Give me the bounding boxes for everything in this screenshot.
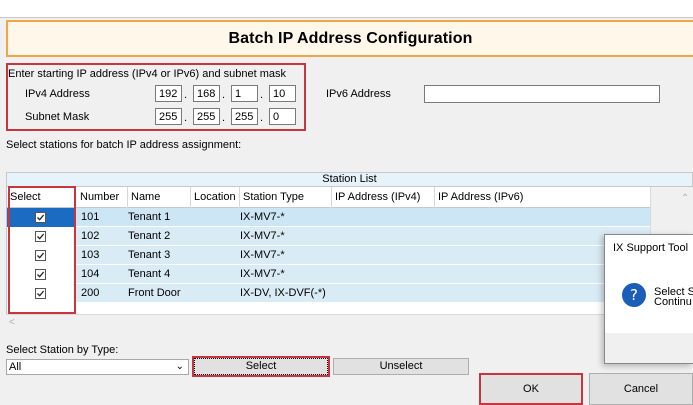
row-station-type: IX-MV7-* [240, 211, 285, 223]
row-name: Tenant 4 [128, 268, 171, 280]
row-station-type: IX-MV7-* [240, 230, 285, 242]
page-title: Batch IP Address Configuration [228, 29, 473, 47]
subnet-label: Subnet Mask [25, 111, 90, 123]
select-by-type-label: Select Station by Type: [6, 344, 119, 356]
title-banner: Batch IP Address Configuration [6, 20, 693, 57]
dot-separator: . [222, 89, 226, 101]
dropdown-value: All [9, 361, 22, 373]
dialog-footer [605, 333, 693, 363]
dialog-message: Select St Continu [654, 287, 693, 308]
row-number: 101 [81, 211, 100, 223]
select-instruction: Select stations for batch IP address ass… [6, 139, 242, 151]
chevron-down-icon: ⌄ [175, 361, 184, 372]
dialog-title: IX Support Tool [613, 242, 689, 254]
col-name[interactable]: Name [128, 187, 191, 208]
row-station-type: IX-MV7-* [240, 268, 285, 280]
ipv4-label: IPv4 Address [25, 88, 90, 100]
question-icon: ? [622, 283, 646, 307]
row-number: 102 [81, 230, 100, 242]
select-button[interactable]: Select [192, 356, 330, 377]
row-name: Tenant 1 [128, 211, 171, 223]
ip-instruction: Enter starting IP address (IPv4 or IPv6)… [8, 68, 286, 80]
scroll-up-icon[interactable]: ⌃ [681, 193, 689, 204]
table-row[interactable]: 102 Tenant 2 IX-MV7-* [7, 227, 651, 246]
subnet-octet-2[interactable] [193, 108, 220, 125]
table-row[interactable]: 103 Tenant 3 IX-MV7-* [7, 246, 651, 265]
col-station-type[interactable]: Station Type [240, 187, 332, 208]
cancel-button[interactable]: Cancel [589, 373, 693, 405]
ipv4-octet-4[interactable] [269, 85, 296, 102]
col-ipv6[interactable]: IP Address (IPv6) [435, 187, 651, 208]
station-list-title: Station List [6, 172, 693, 187]
ipv4-octet-1[interactable] [155, 85, 182, 102]
unselect-button[interactable]: Unselect [333, 358, 469, 375]
row-name: Tenant 3 [128, 249, 171, 261]
table-row[interactable]: 200 Front Door IX-DV, IX-DVF(-*) [7, 284, 651, 303]
row-number: 103 [81, 249, 100, 261]
scroll-left-icon[interactable]: < [9, 317, 15, 328]
row-number: 104 [81, 268, 100, 280]
ok-button[interactable]: OK [479, 373, 583, 405]
subnet-octet-1[interactable] [155, 108, 182, 125]
table-row[interactable]: 101 Tenant 1 IX-MV7-* [7, 208, 651, 227]
dialog-message-line2: Continu [654, 296, 692, 308]
ipv6-address-input[interactable] [424, 85, 660, 103]
col-ipv4[interactable]: IP Address (IPv4) [332, 187, 435, 208]
row-name: Front Door [128, 287, 181, 299]
col-location[interactable]: Location [191, 187, 240, 208]
ipv4-octet-3[interactable] [231, 85, 258, 102]
dot-separator: . [184, 112, 188, 124]
dot-separator: . [184, 89, 188, 101]
subnet-octet-4[interactable] [269, 108, 296, 125]
station-table: Select Number Name Location Station Type… [6, 187, 651, 314]
ipv4-octet-2[interactable] [193, 85, 220, 102]
dot-separator: . [222, 112, 226, 124]
row-name: Tenant 2 [128, 230, 171, 242]
row-number: 200 [81, 287, 100, 299]
subnet-octet-3[interactable] [231, 108, 258, 125]
col-number[interactable]: Number [75, 187, 128, 208]
table-header: Select Number Name Location Station Type… [7, 187, 651, 208]
dot-separator: . [260, 89, 264, 101]
select-column-highlight [8, 186, 76, 314]
ix-support-tool-dialog: IX Support Tool ? Select St Continu [604, 234, 693, 364]
station-type-dropdown[interactable]: All ⌄ [6, 359, 189, 375]
table-row[interactable]: 104 Tenant 4 IX-MV7-* [7, 265, 651, 284]
row-station-type: IX-MV7-* [240, 249, 285, 261]
dot-separator: . [260, 112, 264, 124]
horizontal-scrollbar[interactable]: < [6, 314, 693, 331]
row-station-type: IX-DV, IX-DVF(-*) [240, 287, 326, 299]
window-top-strip [0, 0, 693, 18]
ipv6-label: IPv6 Address [326, 88, 391, 100]
